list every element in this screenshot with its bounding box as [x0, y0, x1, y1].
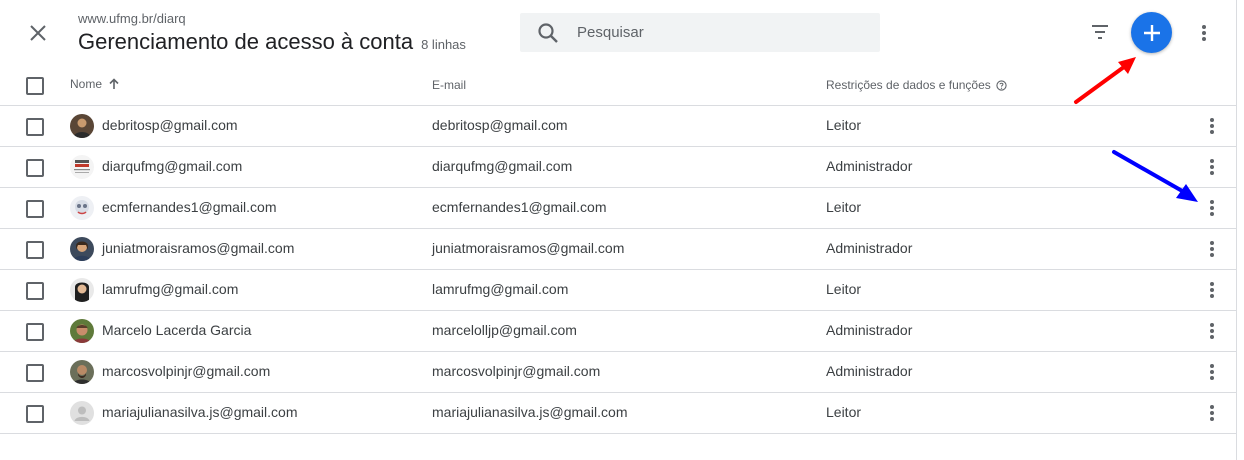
row-checkbox[interactable] — [26, 405, 44, 423]
user-email: debritosp@gmail.com — [432, 117, 568, 133]
user-name: diarqufmg@gmail.com — [102, 158, 243, 174]
avatar — [70, 360, 94, 384]
search-box[interactable] — [520, 13, 880, 52]
table-row[interactable]: Marcelo Lacerda Garcia marcelolljp@gmail… — [0, 311, 1236, 352]
row-more-button[interactable] — [1200, 278, 1224, 302]
user-name: mariajulianasilva.js@gmail.com — [102, 404, 298, 420]
avatar — [70, 155, 94, 179]
more-vert-icon — [1210, 241, 1214, 257]
user-email: diarqufmg@gmail.com — [432, 158, 573, 174]
avatar — [70, 401, 94, 425]
row-more-button[interactable] — [1200, 155, 1224, 179]
row-checkbox[interactable] — [26, 364, 44, 382]
avatar — [70, 196, 94, 220]
user-name: lamrufmg@gmail.com — [102, 281, 239, 297]
user-name: ecmfernandes1@gmail.com — [102, 199, 277, 215]
table-row[interactable]: marcosvolpinjr@gmail.com marcosvolpinjr@… — [0, 352, 1236, 393]
user-role: Administrador — [826, 322, 913, 338]
site-url: www.ufmg.br/diarq — [78, 11, 186, 26]
page-title: Gerenciamento de acesso à conta 8 linhas — [78, 29, 466, 55]
user-name: marcosvolpinjr@gmail.com — [102, 363, 271, 379]
column-header-role[interactable]: Restrições de dados e funções — [826, 78, 1007, 92]
user-name: debritosp@gmail.com — [102, 117, 238, 133]
sort-arrow-up-icon — [109, 78, 119, 89]
table-row[interactable]: diarqufmg@gmail.com diarqufmg@gmail.com … — [0, 147, 1236, 188]
avatar — [70, 278, 94, 302]
row-more-button[interactable] — [1200, 237, 1224, 261]
avatar — [70, 114, 94, 138]
table-row[interactable]: juniatmoraisramos@gmail.com juniatmorais… — [0, 229, 1236, 270]
filter-icon — [1092, 25, 1108, 39]
table-row[interactable]: lamrufmg@gmail.com lamrufmg@gmail.com Le… — [0, 270, 1236, 311]
user-role: Leitor — [826, 404, 862, 420]
select-all-checkbox[interactable] — [26, 77, 44, 95]
filter-button[interactable] — [1086, 18, 1114, 46]
users-table: Nome E-mail Restrições de dados e funçõe… — [0, 64, 1236, 434]
more-vert-icon — [1210, 282, 1214, 298]
user-role: Administrador — [826, 158, 913, 174]
row-checkbox[interactable] — [26, 159, 44, 177]
user-email: lamrufmg@gmail.com — [432, 281, 569, 297]
close-button[interactable] — [22, 17, 54, 49]
add-user-button[interactable] — [1131, 12, 1172, 53]
row-count: 8 linhas — [421, 37, 466, 52]
row-checkbox[interactable] — [26, 323, 44, 341]
close-icon — [30, 25, 46, 41]
column-header-name[interactable]: Nome — [70, 77, 120, 91]
more-vert-icon — [1202, 25, 1206, 41]
row-more-button[interactable] — [1200, 196, 1224, 220]
user-role: Administrador — [826, 240, 913, 256]
row-checkbox[interactable] — [26, 241, 44, 259]
user-role: Leitor — [826, 199, 862, 215]
avatar — [70, 319, 94, 343]
more-vert-icon — [1210, 200, 1214, 216]
row-more-button[interactable] — [1200, 319, 1224, 343]
user-email: juniatmoraisramos@gmail.com — [432, 240, 625, 256]
search-input[interactable] — [575, 23, 859, 42]
more-vert-icon — [1210, 364, 1214, 380]
page-title-text: Gerenciamento de acesso à conta — [78, 29, 414, 54]
user-email: marcosvolpinjr@gmail.com — [432, 363, 601, 379]
row-more-button[interactable] — [1200, 360, 1224, 384]
table-row[interactable]: debritosp@gmail.com debritosp@gmail.com … — [0, 106, 1236, 147]
access-management-page: www.ufmg.br/diarq Gerenciamento de acess… — [0, 0, 1237, 460]
more-vert-icon — [1210, 159, 1214, 175]
more-vert-icon — [1210, 118, 1214, 134]
user-role: Leitor — [826, 117, 862, 133]
row-more-button[interactable] — [1200, 401, 1224, 425]
help-icon[interactable] — [996, 79, 1007, 91]
user-email: marcelolljp@gmail.com — [432, 322, 577, 338]
user-role: Leitor — [826, 281, 862, 297]
row-checkbox[interactable] — [26, 200, 44, 218]
column-header-name-label: Nome — [70, 77, 103, 91]
avatar — [70, 237, 94, 261]
search-icon — [537, 22, 559, 44]
user-name: Marcelo Lacerda Garcia — [102, 322, 252, 338]
plus-icon — [1143, 24, 1160, 41]
row-checkbox[interactable] — [26, 118, 44, 136]
column-header-role-label: Restrições de dados e funções — [826, 78, 991, 92]
user-role: Administrador — [826, 363, 913, 379]
row-checkbox[interactable] — [26, 282, 44, 300]
table-row[interactable]: ecmfernandes1@gmail.com ecmfernandes1@gm… — [0, 188, 1236, 229]
header: www.ufmg.br/diarq Gerenciamento de acess… — [0, 0, 1236, 64]
column-header-email[interactable]: E-mail — [432, 78, 466, 92]
more-vert-icon — [1210, 323, 1214, 339]
user-email: ecmfernandes1@gmail.com — [432, 199, 607, 215]
more-vert-icon — [1210, 405, 1214, 421]
table-row[interactable]: mariajulianasilva.js@gmail.com mariajuli… — [0, 393, 1236, 434]
table-header: Nome E-mail Restrições de dados e funçõe… — [0, 64, 1236, 106]
more-options-button[interactable] — [1192, 19, 1216, 47]
user-email: mariajulianasilva.js@gmail.com — [432, 404, 628, 420]
user-name: juniatmoraisramos@gmail.com — [102, 240, 295, 256]
row-more-button[interactable] — [1200, 114, 1224, 138]
